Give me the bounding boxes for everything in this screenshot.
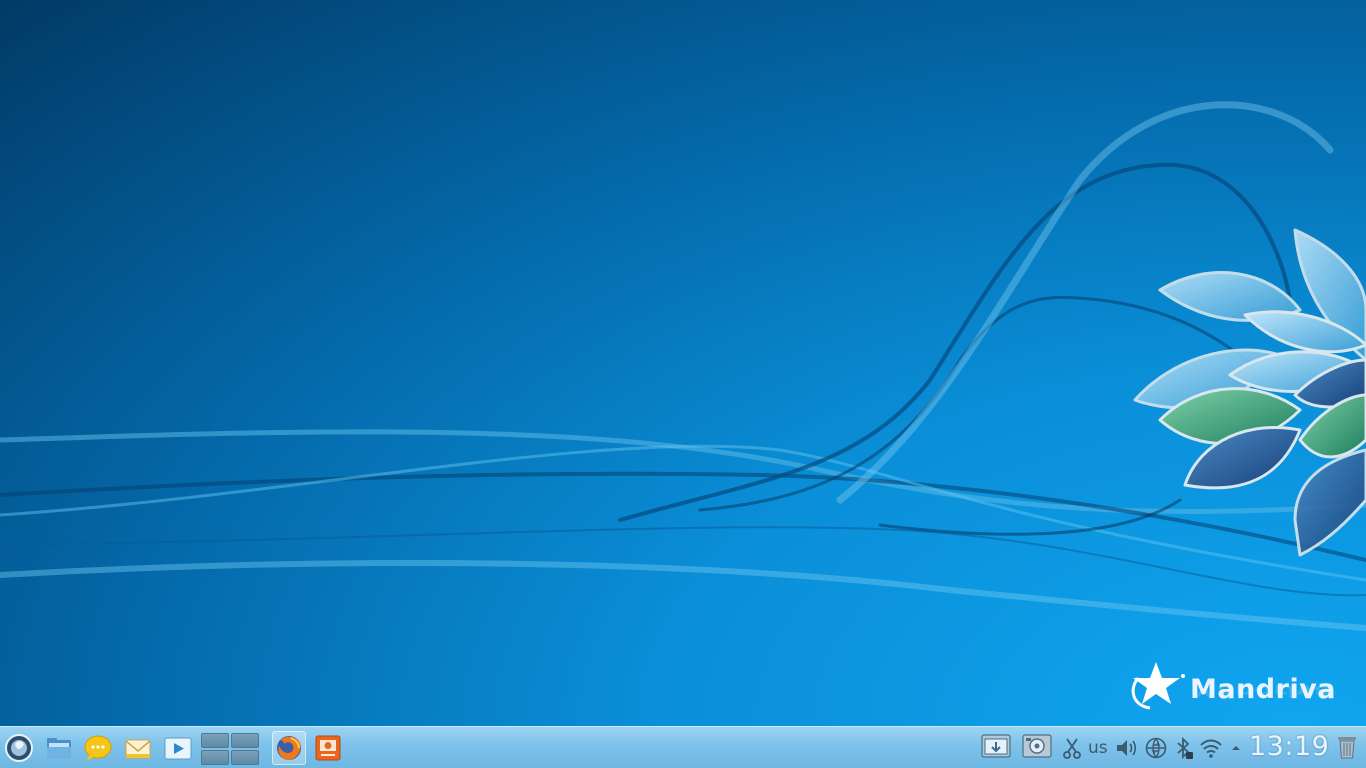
network-button[interactable]: [1144, 736, 1168, 760]
firefox-icon: [277, 736, 301, 760]
folder-icon: [47, 738, 71, 759]
virtual-desktop-3[interactable]: [201, 750, 229, 765]
system-settings-button[interactable]: [1021, 734, 1053, 758]
desktop-pager[interactable]: [201, 733, 259, 765]
task-presentation[interactable]: [311, 731, 345, 765]
mandriva-logo: Mandriva Mandriva: [1128, 656, 1338, 720]
scissors-icon: [1063, 738, 1081, 759]
keyboard-layout-indicator[interactable]: us: [1088, 736, 1108, 760]
task-firefox[interactable]: [272, 731, 306, 765]
chat-bubble-icon: [84, 735, 112, 761]
device-notifier-button[interactable]: [980, 734, 1012, 758]
trash-button[interactable]: [1336, 735, 1358, 759]
mandriva-star-icon: [1131, 662, 1185, 710]
tray-expand-button[interactable]: [1230, 736, 1242, 760]
chevron-up-icon: [1232, 746, 1240, 750]
wallpaper-art: [0, 101, 1366, 631]
bluetooth-button[interactable]: [1174, 736, 1194, 760]
virtual-desktop-1[interactable]: [201, 733, 229, 748]
device-notifier-icon: [981, 734, 1011, 758]
bluetooth-icon: [1177, 736, 1193, 760]
play-icon: [164, 737, 192, 760]
network-icon: [1145, 737, 1167, 759]
brand-reflection: Mandriva: [1190, 681, 1333, 700]
volume-button[interactable]: [1115, 736, 1139, 760]
desktop-wallpaper: Mandriva Mandriva: [0, 0, 1366, 726]
virtual-desktop-2[interactable]: [231, 733, 259, 748]
mail-button[interactable]: [122, 732, 154, 764]
mail-envelope-icon: [125, 739, 151, 759]
system-monitor-icon: [1022, 734, 1052, 758]
media-player-button[interactable]: [162, 732, 194, 764]
chat-button[interactable]: [82, 732, 114, 764]
file-manager-button[interactable]: [43, 732, 75, 764]
wireless-button[interactable]: [1199, 736, 1223, 760]
clipboard-button[interactable]: [1062, 736, 1082, 760]
virtual-desktop-4[interactable]: [231, 750, 259, 765]
digital-clock[interactable]: 13:19: [1249, 731, 1329, 763]
presentation-icon: [315, 735, 341, 761]
application-launcher-button[interactable]: [3, 732, 35, 764]
taskbar: us 13:19: [0, 726, 1366, 768]
speaker-volume-icon: [1117, 740, 1137, 756]
application-launcher-icon: [5, 734, 33, 762]
trash-icon: [1338, 737, 1356, 759]
wifi-icon: [1200, 739, 1222, 758]
